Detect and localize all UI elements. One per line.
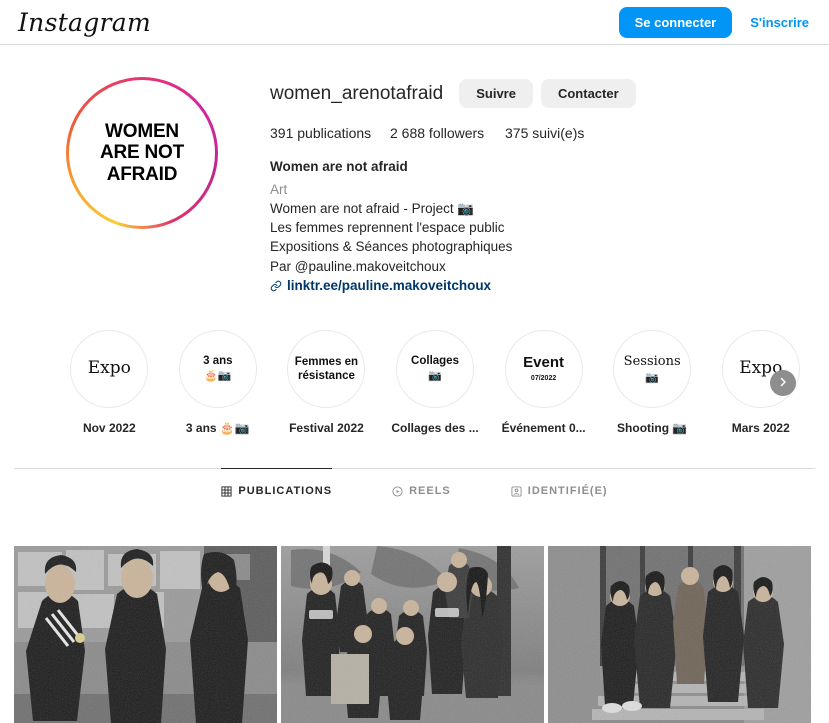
highlight-cover-text-wrap: 3 ans 🎂📷 (197, 354, 238, 383)
avatar-story-ring[interactable]: WOMEN ARE NOT AFRAID (66, 77, 218, 229)
post-thumbnail[interactable] (281, 546, 544, 723)
highlight-label: 3 ans 🎂📷 (185, 421, 250, 436)
profile-page-container: WOMEN ARE NOT AFRAID women_arenotafraid … (0, 45, 829, 723)
bio-line: Par @pauline.makoveitchoux (270, 258, 446, 274)
tagged-icon (511, 485, 522, 497)
follow-button[interactable]: Suivre (459, 79, 533, 108)
avatar-text: WOMEN ARE NOT AFRAID (100, 121, 184, 185)
top-navigation-bar: Instagram Se connecter S'inscrire (0, 0, 829, 45)
highlight-item[interactable]: Femmes en résistance Festival 2022 (272, 330, 381, 435)
tab-reels[interactable]: REELS (392, 468, 451, 509)
highlight-label: Nov 2022 (82, 421, 136, 436)
highlight-item[interactable]: Expo Nov 2022 (55, 330, 164, 435)
contact-button[interactable]: Contacter (540, 79, 636, 108)
tab-tagged[interactable]: IDENTIFIÉ(E) (511, 468, 608, 509)
reels-icon (392, 485, 403, 497)
stat-posts[interactable]: 391 publications (270, 125, 390, 141)
highlight-cover-text: Collages (411, 355, 459, 368)
bio-line: Expositions & Séances photographiques (270, 239, 513, 255)
post-grid (14, 546, 815, 723)
highlight-cover[interactable]: Event 07/2022 (504, 330, 583, 409)
highlight-cover-text-wrap: Event 07/2022 (517, 354, 570, 384)
profile-username: women_arenotafraid (270, 82, 444, 104)
highlight-item[interactable]: 3 ans 🎂📷 3 ans 🎂📷 (164, 330, 273, 435)
highlight-cover[interactable]: Sessions 📷 (613, 330, 692, 409)
highlight-cover-text: Event (523, 354, 565, 372)
highlight-cover-emoji: 📷 (645, 370, 660, 384)
avatar-text-line-1: WOMEN (105, 121, 179, 143)
highlight-cover[interactable]: Expo (70, 330, 149, 409)
avatar-text-line-3: AFRAID (106, 163, 178, 185)
bio-line: Women are not afraid - Project 📷 (270, 201, 475, 217)
highlight-cover-subtext: 07/2022 (530, 375, 557, 383)
tab-label: PUBLICATIONS (238, 485, 333, 498)
highlight-label: Festival 2022 (289, 421, 364, 436)
profile-header: WOMEN ARE NOT AFRAID women_arenotafraid … (14, 45, 815, 296)
post-image-3 (548, 546, 811, 723)
link-icon (270, 280, 282, 292)
profile-tabs: PUBLICATIONS REELS IDENTIFIÉ(E) (14, 468, 815, 509)
username-row: women_arenotafraid Suivre Contacter (270, 79, 815, 108)
bio-category: Art (270, 182, 288, 197)
highlight-cover[interactable]: Collages 📷 (396, 330, 475, 409)
grid-icon (221, 485, 232, 497)
bio-link-text: linktr.ee/pauline.makoveitchoux (287, 277, 492, 293)
highlight-cover-emoji: 📷 (428, 369, 442, 382)
profile-stats: 391 publications 2 688 followers 375 sui… (270, 125, 815, 141)
bio-line: Les femmes reprennent l'espace public (270, 220, 505, 236)
login-button[interactable]: Se connecter (618, 6, 733, 38)
highlight-label: Mars 2022 (731, 421, 790, 436)
post-thumbnail[interactable] (14, 546, 277, 723)
highlight-item[interactable]: Collages 📷 Collages des ... (381, 330, 490, 435)
bio-external-link[interactable]: linktr.ee/pauline.makoveitchoux (270, 276, 815, 296)
highlight-cover-text-wrap: Sessions 📷 (618, 354, 687, 385)
tab-publications[interactable]: PUBLICATIONS (221, 468, 333, 509)
tab-label: REELS (409, 485, 451, 498)
chevron-right-icon (777, 376, 789, 391)
highlight-cover-emoji: 🎂📷 (204, 369, 232, 382)
highlight-cover-text: 3 ans (203, 355, 233, 368)
post-thumbnail[interactable] (548, 546, 811, 723)
highlight-cover[interactable]: Expo (721, 330, 800, 409)
avatar-text-line-2: ARE NOT (99, 142, 185, 164)
highlight-label: Shooting 📷 (617, 421, 688, 436)
highlight-label: Événement 0... (501, 421, 586, 436)
nav-actions: Se connecter S'inscrire (618, 6, 809, 38)
instagram-logo[interactable]: Instagram (18, 8, 151, 37)
highlight-cover-text-wrap: Collages 📷 (405, 354, 465, 383)
highlight-cover-text: Expo (87, 358, 131, 379)
highlights-next-button[interactable] (770, 370, 796, 397)
highlight-cover-text: Femmes en résistance (294, 355, 359, 383)
highlight-item[interactable]: Event 07/2022 Événement 0... (489, 330, 598, 435)
highlight-item[interactable]: Expo Mars 2022 (706, 330, 815, 435)
post-image-1 (14, 546, 277, 723)
profile-bio: Women are not afraid Art Women are not a… (270, 159, 815, 296)
tab-label: IDENTIFIÉ(E) (527, 485, 608, 498)
post-image-2 (281, 546, 544, 723)
avatar-column: WOMEN ARE NOT AFRAID (14, 73, 270, 296)
highlight-item[interactable]: Sessions 📷 Shooting 📷 (598, 330, 707, 435)
avatar[interactable]: WOMEN ARE NOT AFRAID (69, 80, 215, 226)
bio-display-name: Women are not afraid (270, 159, 408, 174)
profile-info-column: women_arenotafraid Suivre Contacter 391 … (270, 73, 815, 296)
highlight-label: Collages des ... (391, 421, 479, 436)
signup-link[interactable]: S'inscrire (750, 15, 809, 30)
highlight-cover-text: Sessions (623, 353, 681, 369)
story-highlights: Expo Nov 2022 3 ans 🎂📷 3 ans 🎂📷 Femmes e… (55, 296, 815, 435)
stat-following[interactable]: 375 suivi(e)s (505, 125, 584, 141)
highlight-cover[interactable]: Femmes en résistance (287, 330, 366, 409)
highlight-cover[interactable]: 3 ans 🎂📷 (178, 330, 257, 409)
stat-followers[interactable]: 2 688 followers (390, 125, 505, 141)
